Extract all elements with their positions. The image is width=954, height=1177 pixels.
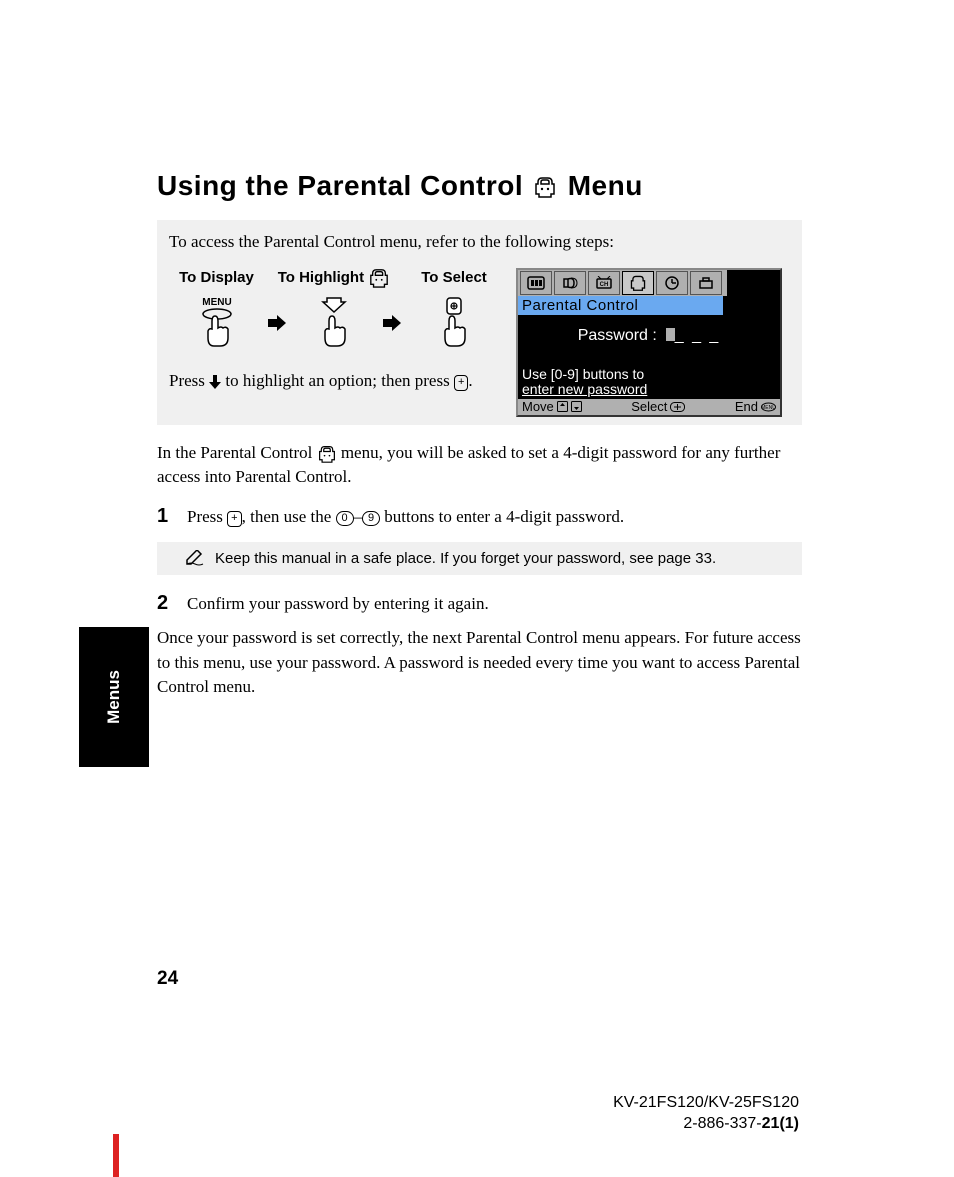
press-instruction: Press to highlight an option; then press… (169, 371, 516, 391)
zero-button-icon: 0 (336, 511, 354, 526)
osd-tab-setup-icon (690, 271, 722, 295)
doc-footer: KV-21FS120/KV-25FS120 2-886-337-21(1) (613, 1093, 799, 1135)
parental-control-icon (317, 445, 337, 463)
plus-button-icon: + (454, 375, 468, 391)
svg-text:MENU: MENU (761, 405, 776, 411)
parental-control-icon (533, 176, 557, 198)
osd-hint: Use [0-9] buttons to enter new password (522, 367, 647, 398)
crop-mark (113, 1134, 119, 1177)
osd-tab-bar: CH (518, 270, 727, 296)
select-press-icon (404, 296, 504, 351)
access-steps-box: To access the Parental Control menu, ref… (157, 220, 802, 425)
note-box: Keep this manual in a safe place. If you… (157, 542, 802, 575)
section-tab: Menus (79, 627, 149, 767)
pencil-icon (185, 550, 205, 566)
label-select: To Select (404, 269, 504, 286)
highlight-press-icon (289, 296, 379, 351)
intro-text: To access the Parental Control menu, ref… (169, 230, 790, 254)
page-title: Using the Parental Control Menu (157, 170, 802, 202)
page-number: 24 (157, 968, 178, 990)
osd-tab-audio-icon (554, 271, 586, 295)
down-arrow-icon (209, 375, 221, 389)
svg-text:MENU: MENU (202, 297, 231, 308)
svg-text:CH: CH (600, 282, 609, 288)
osd-screen: CH Parental Control Password : _ _ _ Use… (516, 268, 782, 417)
parental-control-icon (368, 268, 390, 288)
plus-button-icon: + (227, 511, 241, 527)
label-highlight: To Highlight (264, 268, 404, 288)
arrow-right-icon (264, 315, 289, 331)
closing-paragraph: Once your password is set correctly, the… (157, 626, 802, 700)
model-numbers: KV-21FS120/KV-25FS120 (613, 1093, 799, 1114)
osd-footer: Move Select End MENU (518, 399, 780, 415)
label-display: To Display (169, 269, 264, 286)
note-text: Keep this manual in a safe place. If you… (215, 550, 716, 567)
osd-tab-parental-icon (622, 271, 654, 295)
osd-tab-timer-icon (656, 271, 688, 295)
nine-button-icon: 9 (362, 511, 380, 526)
step-1: 1 Press +, then use the 0–9 buttons to e… (157, 504, 802, 530)
menu-press-icon: MENU (169, 296, 264, 351)
step-2: 2 Confirm your password by entering it a… (157, 591, 802, 617)
intro-paragraph: In the Parental Control menu, you will b… (157, 441, 802, 490)
osd-tab-picture-icon (520, 271, 552, 295)
osd-title: Parental Control (518, 296, 723, 315)
arrow-right-icon (379, 315, 404, 331)
osd-tab-channel-icon: CH (588, 271, 620, 295)
osd-password-row: Password : _ _ _ (518, 327, 780, 345)
